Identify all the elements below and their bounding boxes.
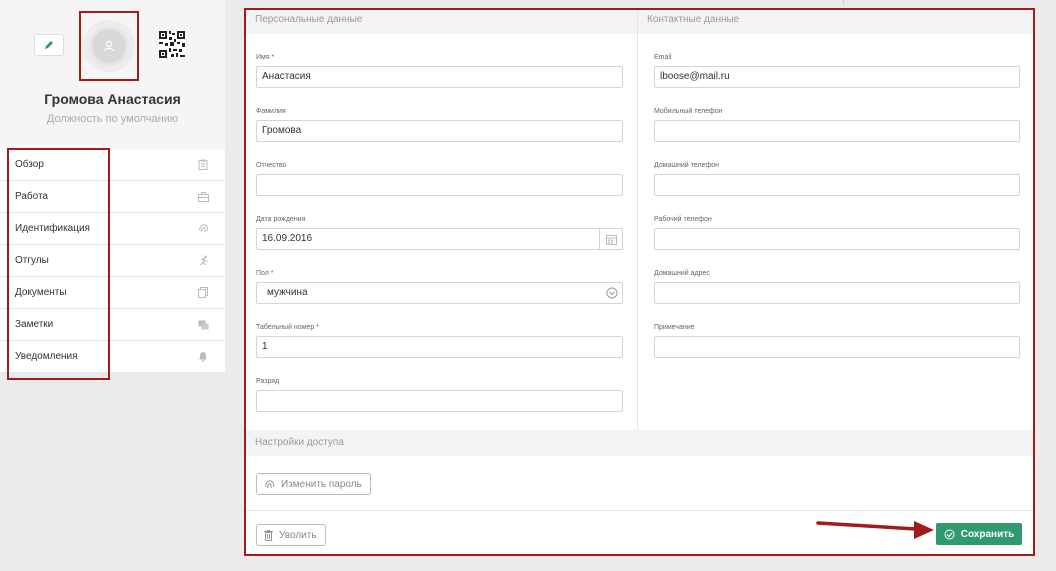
dismiss-button[interactable]: Уволить <box>256 524 326 546</box>
gender-label: Пол * <box>256 270 274 277</box>
email-field[interactable]: lboose@mail.ru <box>654 66 1020 88</box>
trash-icon <box>264 529 273 541</box>
tab-number-label: Табельный номер * <box>256 324 319 331</box>
user-name: Громова Анастасия <box>44 91 181 107</box>
last-name-field[interactable]: Громова <box>256 120 623 142</box>
menu-item-label: Отгулы <box>15 255 49 266</box>
menu-item-overview[interactable]: Обзор <box>0 149 225 181</box>
fingerprint-icon <box>197 223 209 235</box>
work-phone-field[interactable] <box>654 228 1020 250</box>
user-position: Должность по умолчанию <box>46 113 179 125</box>
qr-code-icon[interactable] <box>158 30 186 59</box>
access-section-title: Настройки доступа <box>246 430 1033 456</box>
personal-section-title: Персональные данные <box>246 10 637 34</box>
home-address-field[interactable] <box>654 282 1020 304</box>
chevron-down-icon <box>606 287 618 299</box>
avatar-highlight <box>79 11 139 81</box>
tab-separator <box>843 0 844 4</box>
home-address-label: Домашний адрес <box>654 270 710 277</box>
menu-item-label: Идентификация <box>15 223 90 234</box>
mobile-label: Мобильный телефон <box>654 108 723 115</box>
home-phone-field[interactable] <box>654 174 1020 196</box>
edit-profile-button[interactable] <box>34 34 64 56</box>
documents-icon <box>197 287 209 299</box>
menu-item-timeoff[interactable]: Отгулы <box>0 245 225 277</box>
running-icon <box>197 255 209 267</box>
pencil-icon <box>45 41 53 49</box>
work-phone-label: Рабочий телефон <box>654 216 712 223</box>
calendar-icon[interactable] <box>599 228 623 250</box>
first-name-field[interactable]: Анастасия <box>256 66 623 88</box>
menu-item-notifications[interactable]: Уведомления <box>0 341 225 373</box>
note-label: Примечание <box>654 324 695 331</box>
gender-value: мужчина <box>267 287 308 298</box>
first-name-label: Имя * <box>256 54 275 61</box>
last-name-label: Фамилия <box>256 108 286 115</box>
bell-icon <box>197 351 209 363</box>
change-password-label: Изменить пароль <box>281 478 362 490</box>
contacts-section-title: Контактные данные <box>638 10 1033 34</box>
birth-date-value: 16.09.2016 <box>262 233 313 244</box>
note-field[interactable] <box>654 336 1020 358</box>
birth-date-field[interactable]: 16.09.2016 <box>256 228 623 250</box>
menu-item-documents[interactable]: Документы <box>0 277 225 309</box>
notes-icon <box>197 319 209 331</box>
middle-name-label: Отчество <box>256 162 287 169</box>
email-label: Email <box>654 54 672 61</box>
menu-item-label: Обзор <box>15 159 44 170</box>
grade-label: Разряд <box>256 378 280 385</box>
change-password-button[interactable]: Изменить пароль <box>256 473 371 495</box>
dismiss-label: Уволить <box>279 529 317 541</box>
footer-divider <box>246 510 1033 511</box>
middle-name-field[interactable] <box>256 174 623 196</box>
menu-item-label: Работа <box>15 191 48 202</box>
briefcase-icon <box>197 191 209 203</box>
mobile-field[interactable] <box>654 120 1020 142</box>
employee-form: Персональные данные Контактные данные Им… <box>244 8 1035 556</box>
menu-item-label: Уведомления <box>15 351 78 362</box>
home-phone-label: Домашний телефон <box>654 162 719 169</box>
avatar[interactable] <box>89 26 129 66</box>
tab-number-field[interactable]: 1 <box>256 336 623 358</box>
menu-item-identification[interactable]: Идентификация <box>0 213 225 245</box>
menu-item-label: Заметки <box>15 319 54 330</box>
fingerprint-icon <box>265 479 274 488</box>
column-divider <box>637 10 638 430</box>
check-circle-icon <box>944 529 955 539</box>
gender-select[interactable]: мужчина <box>256 282 623 304</box>
save-button[interactable]: Сохранить <box>936 523 1022 545</box>
save-label: Сохранить <box>960 528 1015 540</box>
menu-item-work[interactable]: Работа <box>0 181 225 213</box>
menu-item-notes[interactable]: Заметки <box>0 309 225 341</box>
user-icon <box>103 40 115 52</box>
menu-item-label: Документы <box>15 287 67 298</box>
grade-field[interactable] <box>256 390 623 412</box>
profile-menu: Обзор Работа Идентификация Отгулы Докуме… <box>0 149 225 373</box>
birth-date-label: Дата рождения <box>256 216 306 223</box>
clipboard-icon <box>197 159 209 171</box>
